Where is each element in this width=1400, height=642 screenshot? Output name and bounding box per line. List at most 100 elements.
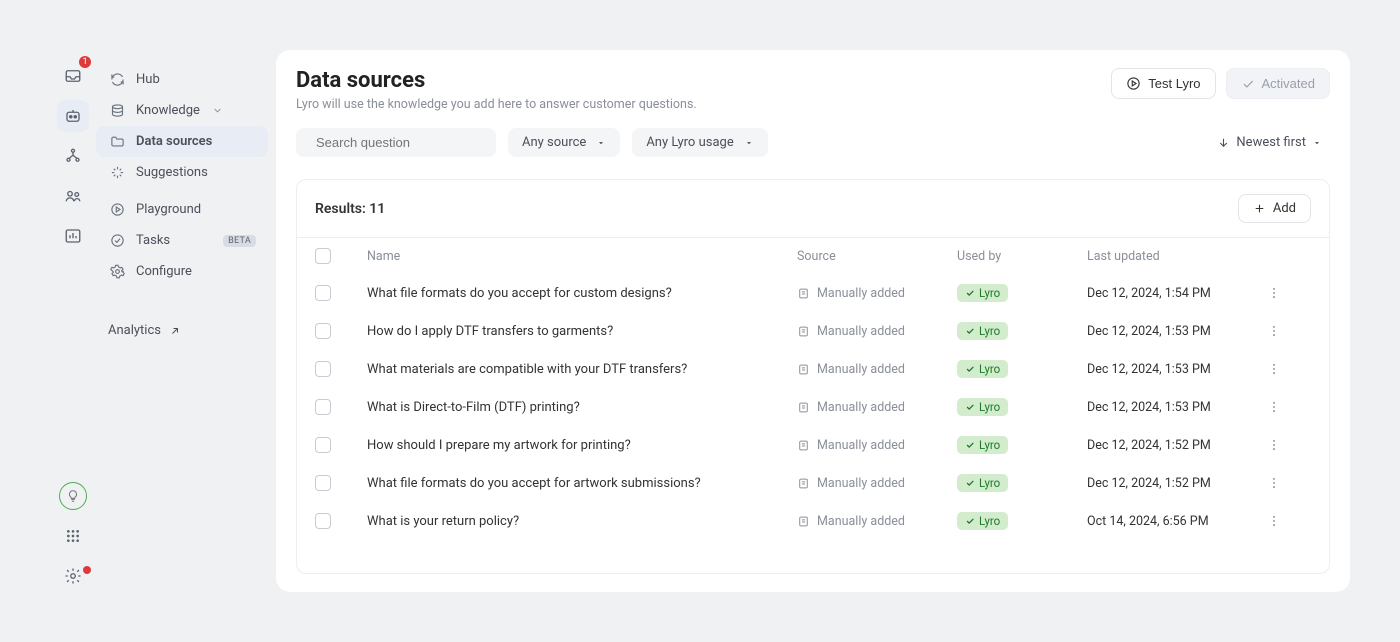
- col-name: Name: [367, 249, 797, 264]
- row-menu-button[interactable]: [1267, 286, 1311, 300]
- inbox-icon: [64, 67, 82, 85]
- play-circle-icon: [1126, 76, 1141, 91]
- row-checkbox[interactable]: [315, 323, 331, 339]
- row-updated: Dec 12, 2024, 1:54 PM: [1087, 286, 1267, 301]
- select-all-checkbox[interactable]: [315, 248, 331, 264]
- sidebar-label: Suggestions: [136, 165, 208, 180]
- sidebar-item-tasks[interactable]: Tasks BETA: [96, 225, 268, 256]
- row-updated: Dec 12, 2024, 1:53 PM: [1087, 400, 1267, 415]
- main-panel: Data sources Lyro will use the knowledge…: [276, 50, 1350, 592]
- org-icon: [64, 147, 82, 165]
- caret-down-icon: [744, 138, 754, 148]
- note-icon: [797, 515, 810, 528]
- sidebar-item-hub[interactable]: Hub: [96, 64, 268, 95]
- row-menu-button[interactable]: [1267, 400, 1311, 414]
- people-icon: [64, 187, 82, 205]
- sidebar-item-knowledge[interactable]: Knowledge: [96, 95, 268, 126]
- dots-vertical-icon: [1267, 476, 1281, 490]
- add-button[interactable]: Add: [1238, 194, 1311, 223]
- filter-label: Any source: [522, 135, 586, 150]
- row-menu-button[interactable]: [1267, 438, 1311, 452]
- table-row[interactable]: What is Direct-to-Film (DTF) printing?Ma…: [297, 388, 1329, 426]
- sidebar-item-analytics[interactable]: Analytics: [96, 315, 268, 346]
- note-icon: [797, 439, 810, 452]
- page-subtitle: Lyro will use the knowledge you add here…: [296, 97, 697, 112]
- lyro-tag: Lyro: [957, 398, 1008, 416]
- sidebar-label: Analytics: [108, 323, 161, 338]
- page-title: Data sources: [296, 68, 697, 93]
- row-source: Manually added: [797, 324, 957, 339]
- table-row[interactable]: How should I prepare my artwork for prin…: [297, 426, 1329, 464]
- dots-vertical-icon: [1267, 324, 1281, 338]
- sidebar-item-configure[interactable]: Configure: [96, 256, 268, 287]
- note-icon: [797, 325, 810, 338]
- table-header: Name Source Used by Last updated: [297, 237, 1329, 274]
- test-lyro-button[interactable]: Test Lyro: [1111, 68, 1215, 99]
- usage-filter[interactable]: Any Lyro usage: [632, 128, 767, 157]
- note-icon: [797, 363, 810, 376]
- lyro-tag: Lyro: [957, 436, 1008, 454]
- dots-vertical-icon: [1267, 362, 1281, 376]
- row-checkbox[interactable]: [315, 399, 331, 415]
- sparkle-icon: [108, 165, 126, 180]
- row-source: Manually added: [797, 362, 957, 377]
- row-checkbox[interactable]: [315, 361, 331, 377]
- lyro-tag: Lyro: [957, 284, 1008, 302]
- table-row[interactable]: How do I apply DTF transfers to garments…: [297, 312, 1329, 350]
- lyro-tag: Lyro: [957, 474, 1008, 492]
- table-row[interactable]: What is your return policy?Manually adde…: [297, 502, 1329, 540]
- row-menu-button[interactable]: [1267, 362, 1311, 376]
- table-row[interactable]: What file formats do you accept for artw…: [297, 464, 1329, 502]
- row-menu-button[interactable]: [1267, 476, 1311, 490]
- dots-vertical-icon: [1267, 400, 1281, 414]
- search-input[interactable]: [316, 135, 492, 150]
- table-row[interactable]: What file formats do you accept for cust…: [297, 274, 1329, 312]
- row-menu-button[interactable]: [1267, 514, 1311, 528]
- check-circle-icon: [108, 233, 126, 248]
- row-usedby: Lyro: [957, 398, 1087, 416]
- row-source: Manually added: [797, 514, 957, 529]
- row-checkbox[interactable]: [315, 513, 331, 529]
- row-name: What file formats do you accept for cust…: [367, 286, 797, 301]
- refresh-icon: [108, 72, 126, 87]
- gear-icon: [108, 264, 126, 279]
- rail-contacts[interactable]: [57, 180, 89, 212]
- check-icon: [1241, 77, 1255, 91]
- row-source: Manually added: [797, 438, 957, 453]
- sidebar-item-data-sources[interactable]: Data sources: [96, 126, 268, 157]
- check-icon: [965, 440, 975, 450]
- table-row[interactable]: What materials are compatible with your …: [297, 350, 1329, 388]
- nav-rail: 1: [50, 50, 96, 592]
- rail-settings[interactable]: [57, 560, 89, 592]
- arrow-down-icon: [1217, 136, 1230, 149]
- rail-apps[interactable]: [57, 520, 89, 552]
- rail-inbox[interactable]: 1: [57, 60, 89, 92]
- rail-analytics[interactable]: [57, 220, 89, 252]
- row-checkbox[interactable]: [315, 475, 331, 491]
- rail-tips[interactable]: [57, 480, 89, 512]
- row-usedby: Lyro: [957, 284, 1087, 302]
- play-icon: [108, 202, 126, 217]
- row-name: What file formats do you accept for artw…: [367, 476, 797, 491]
- search-input-container[interactable]: [296, 128, 496, 157]
- row-menu-button[interactable]: [1267, 324, 1311, 338]
- row-checkbox[interactable]: [315, 285, 331, 301]
- note-icon: [797, 287, 810, 300]
- sidebar-item-playground[interactable]: Playground: [96, 194, 268, 225]
- filter-label: Any Lyro usage: [646, 135, 733, 150]
- chevron-down-icon: [212, 105, 223, 116]
- row-name: How do I apply DTF transfers to garments…: [367, 324, 797, 339]
- settings-alert-dot: [83, 566, 91, 574]
- sidebar-label: Data sources: [136, 134, 212, 149]
- rail-bot[interactable]: [57, 100, 89, 132]
- row-name: What is your return policy?: [367, 514, 797, 529]
- sidebar-item-suggestions[interactable]: Suggestions: [96, 157, 268, 188]
- rail-org[interactable]: [57, 140, 89, 172]
- source-filter[interactable]: Any source: [508, 128, 620, 157]
- row-checkbox[interactable]: [315, 437, 331, 453]
- row-source: Manually added: [797, 400, 957, 415]
- row-usedby: Lyro: [957, 436, 1087, 454]
- sort-dropdown[interactable]: Newest first: [1209, 129, 1330, 156]
- check-icon: [965, 288, 975, 298]
- lyro-tag: Lyro: [957, 360, 1008, 378]
